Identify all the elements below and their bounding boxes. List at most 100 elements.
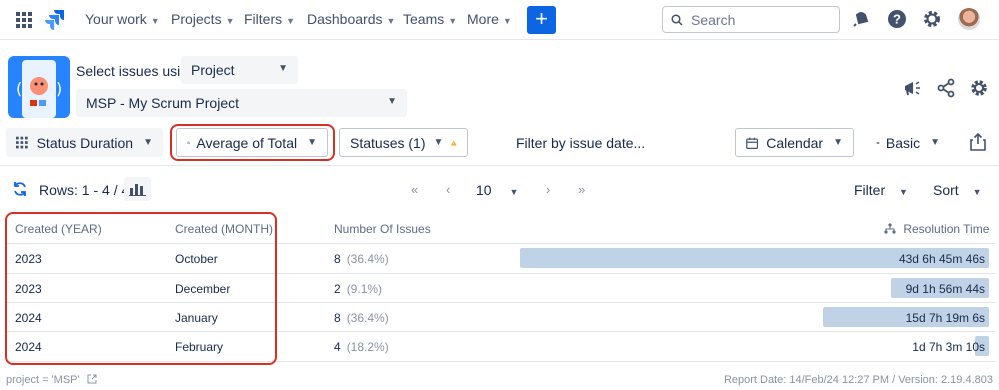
filter-label: Filter: [854, 182, 886, 198]
phone-robot-icon: ( ): [16, 60, 62, 118]
report-info: Report Date: 14/Feb/24 12:27 PM / Versio…: [723, 374, 993, 386]
issue-percent: (18.2%): [346, 340, 389, 354]
hierarchy-icon: [884, 223, 896, 234]
app-switcher-icon[interactable]: [16, 12, 32, 28]
toolbar-divider: [0, 165, 999, 166]
share-icon[interactable]: [936, 78, 956, 98]
chevron-down-icon: ▼: [930, 137, 940, 148]
nav-teams[interactable]: Teams ▼: [403, 11, 457, 27]
filter-by-date-link[interactable]: Filter by issue date...: [516, 135, 645, 151]
select-mode-value: Project: [191, 62, 235, 78]
chevron-down-icon: ▼: [150, 16, 160, 26]
eye-icon: [876, 141, 880, 144]
chevron-down-icon: ▼: [387, 96, 397, 107]
issue-count: 8: [334, 311, 341, 325]
svg-text:): ): [56, 79, 62, 98]
issue-percent: (36.4%): [346, 311, 389, 325]
nav-label: Teams: [403, 11, 445, 27]
project-dropdown[interactable]: MSP - My Scrum Project ▼: [76, 89, 407, 117]
jira-logo-icon[interactable]: [44, 8, 66, 30]
statuses-dropdown[interactable]: Statuses (1) ▼: [339, 128, 468, 157]
select-issues-label: Select issues using: [76, 63, 196, 79]
nav-dashboards[interactable]: Dashboards ▼: [307, 11, 395, 27]
first-page-icon[interactable]: «: [411, 182, 418, 197]
page-size-dropdown[interactable]: 10 ▼: [476, 182, 518, 198]
col-header-issues[interactable]: Number Of Issues: [334, 222, 431, 236]
statuses-label: Statuses (1): [350, 134, 426, 151]
nav-label: More: [467, 11, 499, 27]
col-header-resolution[interactable]: Resolution Time: [884, 222, 989, 236]
aggregation-highlight: [170, 124, 335, 161]
help-icon[interactable]: ?: [886, 8, 908, 30]
search-placeholder: Search: [691, 11, 736, 28]
nav-filters[interactable]: Filters ▼: [244, 11, 295, 27]
next-page-icon[interactable]: ›: [546, 182, 550, 197]
create-button[interactable]: +: [527, 6, 556, 34]
issue-count: 4: [334, 340, 341, 354]
chevron-down-icon: ▼: [833, 137, 843, 148]
issue-count: 8: [334, 252, 341, 266]
top-navigation: Your work ▼ Projects ▼ Filters ▼ Dashboards…: [0, 0, 999, 40]
nav-your-work[interactable]: Your work ▼: [85, 11, 160, 27]
settings-icon[interactable]: [969, 78, 989, 98]
calendar-label: Calendar: [766, 134, 824, 151]
resolution-value: 9d 1h 56m 44s: [905, 282, 985, 296]
settings-gear-icon[interactable]: [921, 8, 943, 30]
chevron-down-icon: ▼: [433, 137, 444, 148]
view-mode-dropdown[interactable]: Basic ▼: [866, 128, 950, 157]
status-duration-dropdown[interactable]: Status Duration ▼: [6, 128, 163, 157]
export-icon[interactable]: [970, 133, 986, 151]
issue-percent: (9.1%): [346, 282, 383, 296]
page-size-value: 10: [476, 182, 492, 198]
chevron-down-icon: ▼: [509, 187, 519, 197]
rows-count: Rows: 1 - 4 / 4: [39, 182, 130, 198]
chevron-down-icon: ▼: [143, 137, 153, 148]
chevron-down-icon: ▼: [286, 16, 296, 26]
cell-issues: 8 (36.4%): [334, 252, 389, 266]
select-mode-dropdown[interactable]: Project ▼: [181, 56, 298, 84]
calendar-dropdown[interactable]: Calendar ▼: [735, 128, 854, 157]
announcement-icon[interactable]: [902, 78, 922, 98]
nav-label: Filters: [244, 11, 283, 27]
svg-text:(: (: [16, 79, 22, 98]
issue-count: 2: [334, 282, 341, 296]
resolution-value: 43d 6h 45m 46s: [898, 252, 985, 266]
chevron-down-icon: ▼: [448, 16, 458, 26]
view-mode-label: Basic: [885, 134, 921, 151]
calendar-icon: [746, 137, 759, 149]
app-logo: ( ): [8, 56, 70, 118]
cell-issues: 4 (18.2%): [334, 340, 389, 354]
svg-text:?: ?: [893, 12, 901, 27]
chevron-down-icon: ▼: [386, 16, 396, 26]
resolution-value: 1d 7h 3m 10s: [912, 340, 985, 354]
sort-label: Sort: [933, 182, 959, 198]
external-link-icon: [87, 374, 97, 384]
last-page-icon[interactable]: »: [578, 182, 585, 197]
nav-label: Dashboards: [307, 11, 383, 27]
chevron-down-icon: ▼: [899, 187, 908, 197]
cell-issues: 2 (9.1%): [334, 282, 382, 296]
query-link[interactable]: project = 'MSP': [6, 374, 97, 386]
project-value: MSP - My Scrum Project: [86, 95, 239, 111]
chevron-down-icon: ▼: [972, 187, 982, 197]
user-avatar[interactable]: [958, 8, 980, 30]
notifications-icon[interactable]: [850, 8, 872, 30]
warning-icon: [451, 140, 457, 145]
nav-projects[interactable]: Projects ▼: [171, 11, 235, 27]
nav-label: Projects: [171, 11, 222, 27]
sort-dropdown[interactable]: Sort ▼: [933, 182, 982, 198]
chart-toggle-button[interactable]: [124, 177, 151, 201]
chevron-down-icon: ▼: [225, 16, 235, 26]
nav-more[interactable]: More ▼: [467, 11, 512, 27]
resolution-value: 15d 7h 19m 6s: [905, 311, 985, 325]
col-header-resolution-label: Resolution Time: [903, 222, 990, 236]
filter-dropdown[interactable]: Filter ▼: [854, 182, 908, 198]
nav-label: Your work: [85, 11, 147, 27]
prev-page-icon[interactable]: ‹: [446, 182, 450, 197]
issue-percent: (36.4%): [346, 252, 389, 266]
search-input[interactable]: Search: [662, 6, 840, 33]
grid-icon: [16, 136, 28, 148]
refresh-icon[interactable]: [12, 181, 28, 197]
cell-issues: 8 (36.4%): [334, 311, 389, 325]
chevron-down-icon: ▼: [502, 16, 512, 26]
